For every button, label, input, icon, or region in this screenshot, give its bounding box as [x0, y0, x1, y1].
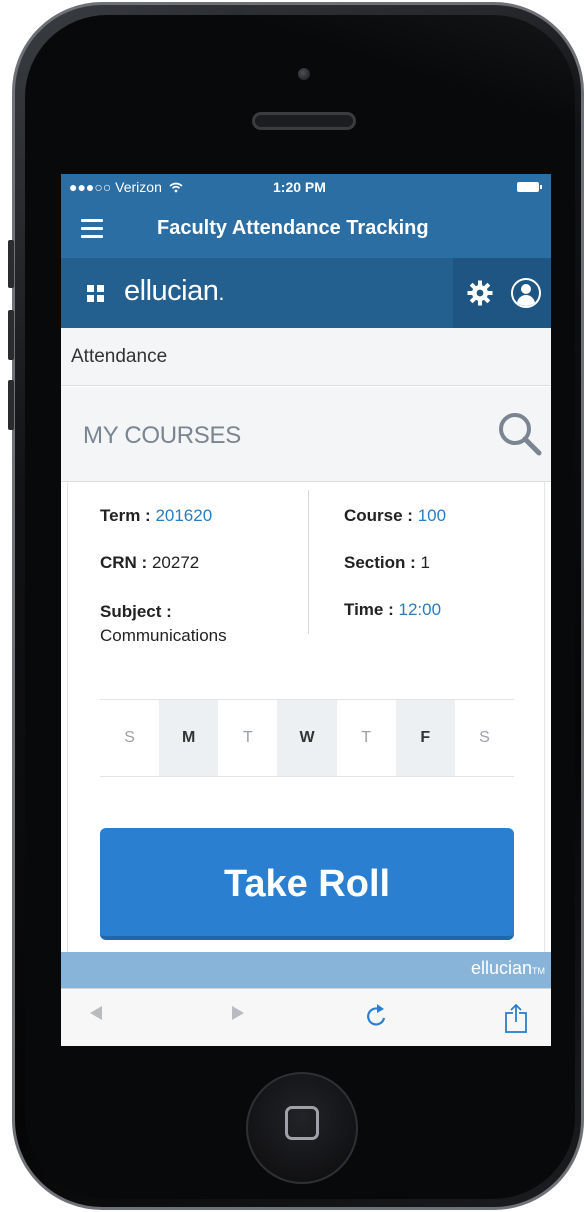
gear-icon[interactable] [467, 280, 493, 306]
side-button [8, 240, 14, 288]
card-divider [308, 490, 309, 634]
status-bar: ●●●○○ Verizon 1:20 PM [61, 174, 551, 201]
day-wednesday: W [277, 700, 337, 776]
menu-icon[interactable] [81, 219, 103, 238]
app-header: Faculty Attendance Tracking [61, 201, 551, 258]
wifi-icon [169, 182, 183, 193]
my-courses-header: MY COURSES [61, 387, 551, 482]
share-icon[interactable] [504, 1003, 528, 1033]
ellucian-logo: ellucian. [124, 275, 224, 307]
camera-icon [298, 68, 310, 80]
section-field: Section : 1 [344, 553, 430, 572]
browser-toolbar [61, 988, 551, 1046]
course-card[interactable]: Term : 201620 CRN : 20272 Subject : Comm… [67, 482, 545, 962]
carrier-label: ●●●○○ Verizon [69, 179, 183, 195]
take-roll-button[interactable]: Take Roll [100, 828, 514, 940]
battery-icon [517, 182, 542, 192]
time-field: Time : 12:00 [344, 600, 442, 619]
day-saturday: S [479, 729, 490, 746]
day-monday: M [159, 700, 219, 776]
day-thursday: T [361, 729, 372, 746]
breadcrumb-attendance[interactable]: Attendance [71, 346, 167, 368]
apps-grid-icon[interactable] [87, 285, 104, 302]
phone-screen: ●●●○○ Verizon 1:20 PM Faculty Attendance… [61, 174, 551, 1046]
home-square-icon [285, 1106, 319, 1140]
footer-logo: ellucianTM [470, 958, 545, 978]
forward-arrow-icon[interactable] [231, 1005, 245, 1021]
speaker-grille [252, 112, 356, 130]
brand-bar: ellucian. [61, 258, 551, 328]
day-friday: F [395, 700, 455, 776]
my-courses-title: MY COURSES [83, 422, 241, 449]
reload-icon[interactable] [365, 1003, 389, 1029]
course-field: Course : 100 [344, 506, 447, 525]
term-field: Term : 201620 [100, 506, 213, 525]
meeting-days: S M T W T F S [100, 699, 514, 777]
search-icon[interactable] [495, 409, 543, 457]
status-time: 1:20 PM [273, 179, 326, 195]
app-title: Faculty Attendance Tracking [157, 217, 429, 239]
back-arrow-icon[interactable] [89, 1005, 103, 1021]
crn-field: CRN : 20272 [100, 553, 200, 572]
day-tuesday: T [242, 729, 253, 746]
user-icon[interactable] [511, 278, 541, 308]
day-sunday: S [124, 729, 135, 746]
breadcrumb: Attendance [61, 328, 551, 386]
volume-down-button [8, 380, 14, 430]
header-actions [453, 258, 551, 328]
subject-field: Subject : Communications [100, 602, 227, 645]
volume-up-button [8, 310, 14, 360]
footer-strip: ellucianTM [61, 952, 551, 988]
